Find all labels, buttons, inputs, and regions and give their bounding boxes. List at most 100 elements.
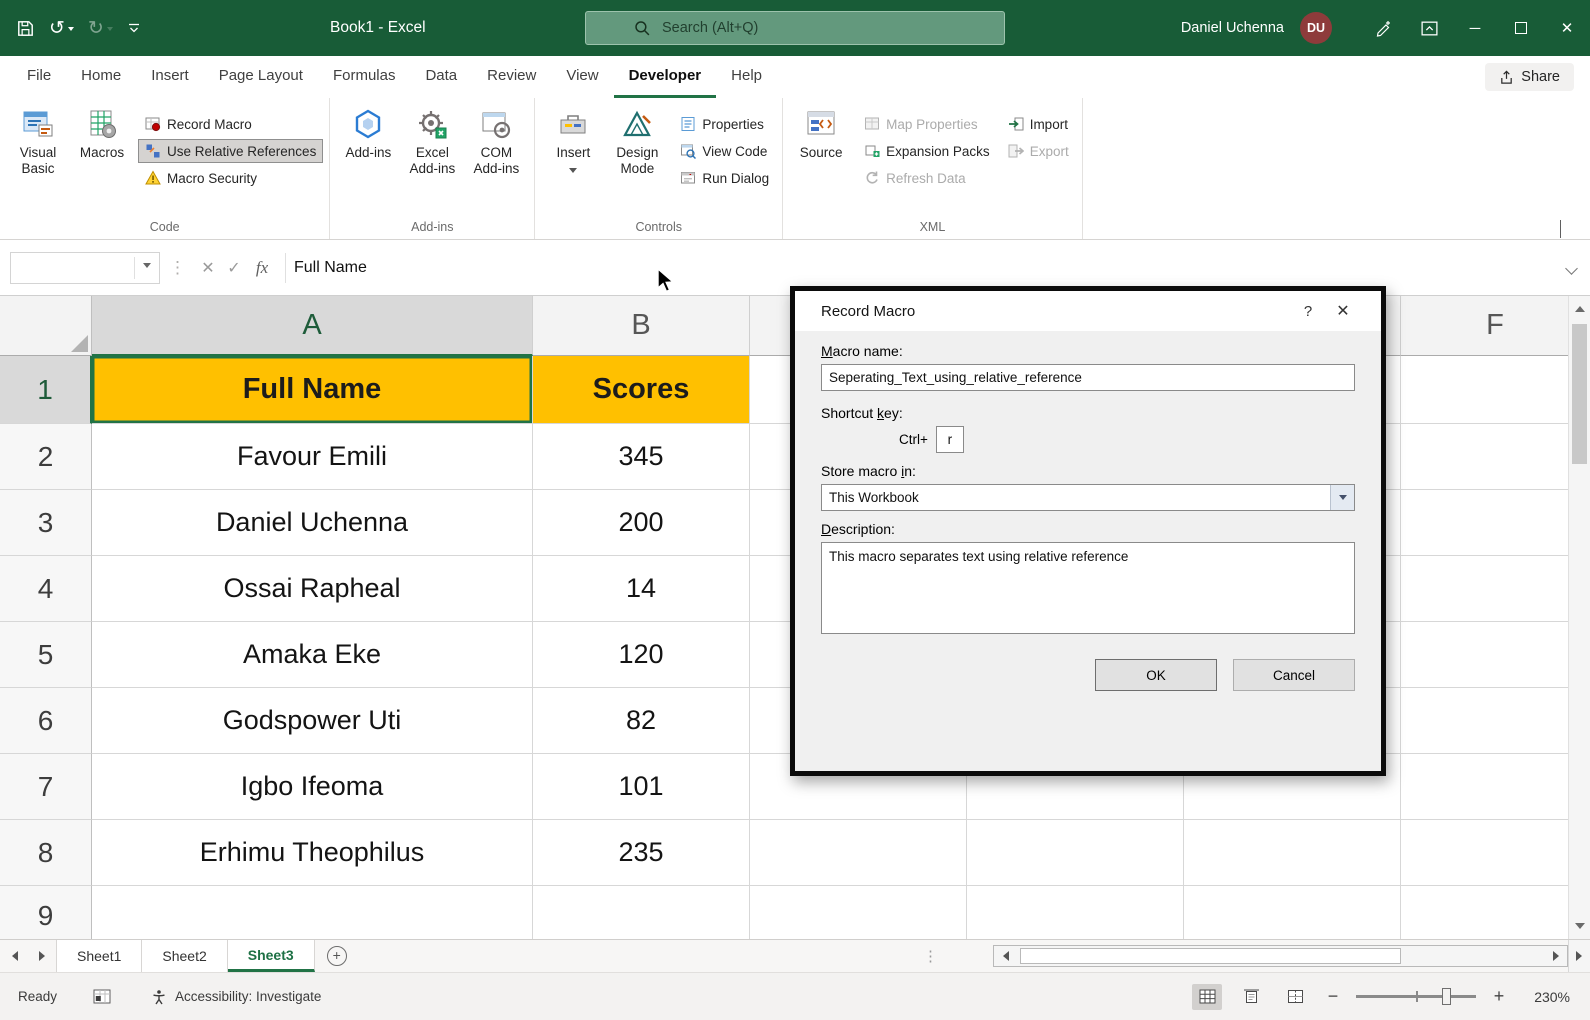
formula-bar-handle[interactable]: ⋮ <box>169 258 186 278</box>
dialog-help-button[interactable]: ? <box>1293 303 1323 320</box>
search-input[interactable] <box>662 20 942 36</box>
sheet-tab-sheet3[interactable]: Sheet3 <box>228 940 315 972</box>
add-ins-button[interactable]: Add-ins <box>336 102 400 202</box>
cell[interactable] <box>1401 556 1590 622</box>
cell[interactable] <box>1401 754 1590 820</box>
dialog-title-bar[interactable]: Record Macro ? ✕ <box>795 291 1381 331</box>
row-header-3[interactable]: 3 <box>0 490 92 556</box>
use-relative-references-button[interactable]: Use Relative References <box>138 139 323 163</box>
formula-bar-content[interactable]: Full Name <box>294 259 1584 277</box>
tab-review[interactable]: Review <box>472 56 551 98</box>
name-box-input[interactable] <box>11 259 134 276</box>
export-button[interactable]: Export <box>1001 139 1076 163</box>
page-break-preview-button[interactable] <box>1280 984 1310 1010</box>
cancel-entry-button[interactable]: ✕ <box>195 258 221 278</box>
run-dialog-button[interactable]: Run Dialog <box>673 166 776 190</box>
zoom-slider[interactable] <box>1356 995 1476 998</box>
maximize-button[interactable] <box>1498 0 1544 56</box>
collapse-ribbon-button[interactable] <box>1560 221 1570 231</box>
minimize-button[interactable]: ─ <box>1452 0 1498 56</box>
save-button[interactable] <box>16 19 35 38</box>
visual-basic-button[interactable]: Visual Basic <box>6 102 70 202</box>
tab-data[interactable]: Data <box>410 56 472 98</box>
design-mode-button[interactable]: Design Mode <box>605 102 669 202</box>
cell-score[interactable]: 200 <box>533 490 750 556</box>
redo-button[interactable]: ↻ <box>88 19 113 38</box>
tab-home[interactable]: Home <box>66 56 136 98</box>
cell[interactable] <box>1184 886 1401 939</box>
scroll-up-button[interactable] <box>1569 296 1590 320</box>
cell[interactable] <box>1401 820 1590 886</box>
accessibility-status[interactable]: Accessibility: Investigate <box>151 989 321 1005</box>
cell[interactable] <box>750 820 967 886</box>
scroll-right-button[interactable] <box>1545 946 1567 966</box>
cell[interactable] <box>1401 356 1590 424</box>
vertical-scrollbar[interactable] <box>1568 296 1590 939</box>
cell-score[interactable]: 82 <box>533 688 750 754</box>
cell[interactable] <box>1401 490 1590 556</box>
cell[interactable] <box>1401 424 1590 490</box>
cell[interactable] <box>1184 820 1401 886</box>
tab-developer[interactable]: Developer <box>614 56 717 98</box>
insert-control-button[interactable]: Insert <box>541 102 605 202</box>
select-all-corner[interactable] <box>0 296 92 356</box>
record-macro-button[interactable]: Record Macro <box>138 112 323 136</box>
name-box-dropdown-icon[interactable] <box>143 263 151 272</box>
cell[interactable] <box>92 886 533 939</box>
cell-name[interactable]: Godspower Uti <box>92 688 533 754</box>
macro-name-input[interactable] <box>821 364 1355 391</box>
horizontal-scrollbar-track[interactable] <box>1016 946 1545 966</box>
cell-name[interactable]: Igbo Ifeoma <box>92 754 533 820</box>
tab-view[interactable]: View <box>551 56 613 98</box>
name-box[interactable] <box>10 252 160 284</box>
macro-recording-indicator-button[interactable] <box>93 989 111 1005</box>
row-header-2[interactable]: 2 <box>0 424 92 490</box>
tab-bar-handle[interactable]: ⋮ <box>923 947 938 965</box>
zoom-level[interactable]: 230% <box>1522 989 1570 1005</box>
cell-score[interactable]: 235 <box>533 820 750 886</box>
sheet-nav-right-button[interactable] <box>28 940 56 972</box>
cell[interactable] <box>967 820 1184 886</box>
sheet-tab-sheet2[interactable]: Sheet2 <box>142 940 227 972</box>
tab-help[interactable]: Help <box>716 56 777 98</box>
cell-name[interactable]: Amaka Eke <box>92 622 533 688</box>
close-button[interactable]: ✕ <box>1544 0 1590 56</box>
cell-name[interactable]: Daniel Uchenna <box>92 490 533 556</box>
horizontal-scrollbar[interactable] <box>993 945 1568 967</box>
cell[interactable] <box>1401 622 1590 688</box>
cell[interactable] <box>1401 688 1590 754</box>
row-header-1[interactable]: 1 <box>0 356 92 424</box>
tab-page-layout[interactable]: Page Layout <box>204 56 318 98</box>
scroll-down-button[interactable] <box>1569 915 1590 939</box>
zoom-slider-handle[interactable] <box>1442 988 1451 1005</box>
column-header-b[interactable]: B <box>533 296 750 356</box>
expansion-packs-button[interactable]: Expansion Packs <box>857 139 997 163</box>
customize-quick-access-button[interactable] <box>127 21 141 35</box>
sheet-tab-sheet1[interactable]: Sheet1 <box>56 940 142 972</box>
sheet-nav-left-button[interactable] <box>0 940 28 972</box>
source-button[interactable]: Source <box>789 102 853 202</box>
cell[interactable] <box>1401 886 1590 939</box>
search-box[interactable] <box>585 11 1005 45</box>
avatar[interactable]: DU <box>1300 12 1332 44</box>
horizontal-scrollbar-thumb[interactable] <box>1020 948 1401 964</box>
row-header-9[interactable]: 9 <box>0 886 92 939</box>
share-button[interactable]: Share <box>1485 63 1574 91</box>
cell-score[interactable]: 120 <box>533 622 750 688</box>
ok-button[interactable]: OK <box>1095 659 1217 691</box>
cell[interactable] <box>533 886 750 939</box>
cell[interactable] <box>750 886 967 939</box>
new-sheet-button[interactable]: + <box>315 940 359 972</box>
zoom-in-button[interactable]: + <box>1490 986 1508 1007</box>
dialog-close-button[interactable]: ✕ <box>1323 301 1363 321</box>
properties-button[interactable]: Properties <box>673 112 776 136</box>
cell-score[interactable]: 345 <box>533 424 750 490</box>
vertical-scrollbar-thumb[interactable] <box>1572 324 1587 464</box>
cell-name[interactable]: Favour Emili <box>92 424 533 490</box>
shortcut-key-input[interactable] <box>936 426 964 453</box>
column-header-a[interactable]: A <box>92 296 533 356</box>
cell-score[interactable]: 14 <box>533 556 750 622</box>
column-header-f[interactable]: F <box>1401 296 1590 356</box>
pen-sparkle-button[interactable] <box>1360 0 1406 56</box>
cell-b1[interactable]: Scores <box>533 356 750 424</box>
